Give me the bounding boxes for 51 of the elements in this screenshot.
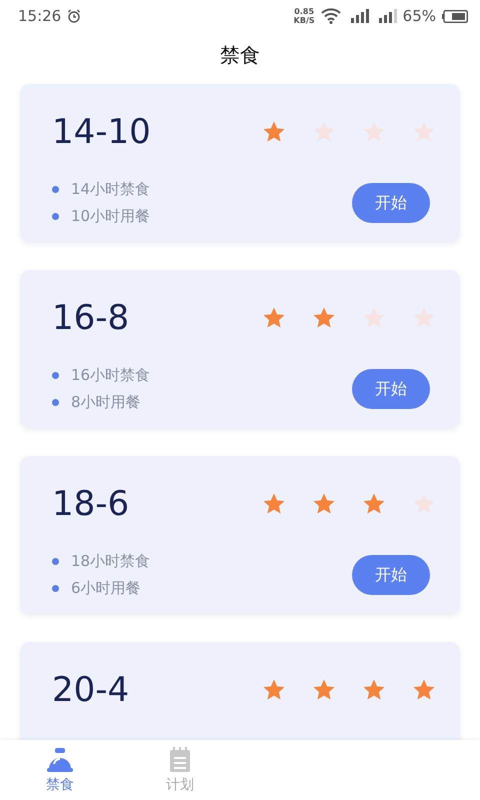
start-button[interactable]: 开始 [352, 555, 430, 595]
plan-detail: 6小时用餐 [71, 579, 141, 598]
star-icon [312, 306, 336, 330]
star-icon [262, 492, 286, 516]
plan-name: 18-6 [52, 484, 130, 524]
start-button[interactable]: 开始 [352, 369, 430, 409]
star-icon [362, 120, 386, 144]
star-icon [412, 492, 436, 516]
alarm-icon [67, 9, 82, 23]
page-title: 禁食 [219, 42, 261, 68]
plan-detail: 10小时用餐 [71, 207, 150, 226]
bullet-icon [52, 399, 59, 406]
battery-icon [442, 10, 468, 22]
star-icon [362, 306, 386, 330]
wifi-icon [320, 8, 341, 24]
plan-card[interactable]: 20-4 [20, 642, 460, 740]
plan-name: 20-4 [52, 670, 130, 710]
net-speed-unit: KB/S [294, 16, 315, 25]
star-icon [262, 306, 286, 330]
plan-detail: 18小时禁食 [71, 552, 150, 571]
plan-detail: 8小时用餐 [71, 393, 141, 412]
star-icon [412, 120, 436, 144]
plan-name: 16-8 [52, 298, 130, 338]
plan-name: 14-10 [52, 112, 151, 152]
bullet-icon [52, 213, 59, 220]
bullet-icon [52, 585, 59, 592]
plan-card[interactable]: 14-10 14小时禁食 10小时用餐 开始 [20, 84, 460, 242]
plan-detail: 14小时禁食 [71, 180, 150, 199]
net-speed-value: 0.85 [294, 7, 314, 16]
star-icon [312, 678, 336, 702]
dome-icon [46, 746, 74, 772]
start-button[interactable]: 开始 [352, 183, 430, 223]
nav-tab[interactable]: 禁食 [0, 740, 120, 800]
battery-percent: 65% [402, 7, 436, 25]
plan-detail: 16小时禁食 [71, 366, 150, 385]
status-time: 15:26 [18, 7, 62, 25]
plan-card[interactable]: 16-8 16小时禁食 8小时用餐 开始 [20, 270, 460, 428]
star-icon [312, 120, 336, 144]
star-icon [362, 678, 386, 702]
star-icon [362, 492, 386, 516]
bullet-icon [52, 558, 59, 565]
star-icon [262, 678, 286, 702]
nav-tab[interactable]: 计划 [120, 740, 240, 800]
star-icon [412, 678, 436, 702]
bullet-icon [52, 186, 59, 193]
notepad-icon [168, 746, 192, 772]
plan-card[interactable]: 18-6 18小时禁食 6小时用餐 开始 [20, 456, 460, 614]
star-icon [262, 120, 286, 144]
star-icon [312, 492, 336, 516]
bullet-icon [52, 372, 59, 379]
star-icon [412, 306, 436, 330]
